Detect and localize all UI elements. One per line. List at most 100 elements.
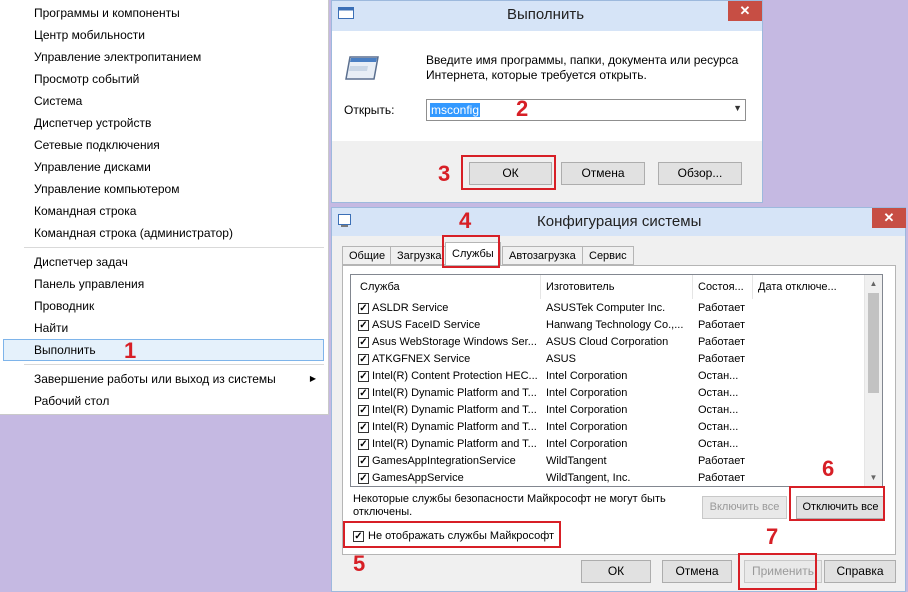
msconfig-ok-button[interactable]: ОК bbox=[581, 560, 651, 583]
msconfig-cancel-button[interactable]: Отмена bbox=[662, 560, 732, 583]
menu-item-shutdown[interactable]: Завершение работы или выход из системы ▶ bbox=[3, 368, 324, 390]
menu-item-power[interactable]: Управление электропитанием bbox=[3, 46, 324, 68]
column-header-service[interactable]: Служба bbox=[351, 275, 541, 299]
run-titlebar[interactable]: Выполнить ✕ bbox=[332, 1, 762, 29]
checkbox-checked-icon[interactable]: ✓ bbox=[358, 388, 369, 399]
step-1-label: 1 bbox=[124, 338, 137, 363]
scroll-thumb[interactable] bbox=[868, 293, 879, 393]
chevron-down-icon[interactable]: ▼ bbox=[733, 103, 742, 113]
service-name: Intel(R) Dynamic Platform and T... bbox=[372, 438, 537, 450]
services-panel: Служба Изготовитель Состоя... Дата отклю… bbox=[342, 265, 896, 555]
msconfig-titlebar[interactable]: Конфигурация системы ✕ bbox=[332, 208, 906, 236]
table-row[interactable]: ✓ Intel(R) Dynamic Platform and T... Intel… bbox=[351, 419, 866, 436]
table-row[interactable]: ✓ ATKGFNEX Service ASUS Работает bbox=[351, 351, 866, 368]
security-note-2: отключены. bbox=[353, 506, 413, 518]
tab-startup[interactable]: Автозагрузка bbox=[502, 246, 583, 265]
close-icon[interactable]: ✕ bbox=[872, 208, 906, 228]
checkbox-checked-icon[interactable]: ✓ bbox=[358, 456, 369, 467]
service-name: Intel(R) Dynamic Platform and T... bbox=[372, 421, 537, 433]
scroll-up-icon[interactable]: ▲ bbox=[865, 275, 882, 292]
table-row[interactable]: ✓ ASLDR Service ASUSTek Computer Inc. Работ… bbox=[351, 300, 866, 317]
table-row[interactable]: ✓ Intel(R) Dynamic Platform and T... Intel… bbox=[351, 436, 866, 453]
service-name: GamesAppService bbox=[372, 472, 464, 484]
menu-item-explorer[interactable]: Проводник bbox=[3, 295, 324, 317]
service-name: Intel(R) Dynamic Platform and T... bbox=[372, 404, 537, 416]
step-2-label: 2 bbox=[516, 96, 529, 121]
service-state: Работает bbox=[698, 472, 746, 484]
enable-all-button[interactable]: Включить все bbox=[702, 496, 787, 519]
msconfig-window: Конфигурация системы ✕ Общие Загрузка Сл… bbox=[331, 207, 906, 592]
services-list[interactable]: Служба Изготовитель Состоя... Дата отклю… bbox=[350, 274, 883, 487]
step-6-label: 6 bbox=[822, 456, 835, 481]
security-note-1: Некоторые службы безопасности Майкрософт… bbox=[353, 493, 666, 505]
service-maker: ASUS bbox=[546, 353, 576, 365]
menu-item-cmd[interactable]: Командная строка bbox=[3, 200, 324, 222]
menu-item-computer-mgmt[interactable]: Управление компьютером bbox=[3, 178, 324, 200]
menu-item-system[interactable]: Система bbox=[3, 90, 324, 112]
run-program-icon bbox=[345, 56, 379, 80]
tab-tools[interactable]: Сервис bbox=[582, 246, 634, 265]
tab-services[interactable]: Службы bbox=[445, 242, 501, 266]
run-ok-button[interactable]: ОК bbox=[469, 162, 552, 185]
table-row[interactable]: ✓ Asus WebStorage Windows Ser... ASUS Clou… bbox=[351, 334, 866, 351]
menu-item-device-manager[interactable]: Диспетчер устройств bbox=[3, 112, 324, 134]
run-cancel-button[interactable]: Отмена bbox=[561, 162, 645, 185]
checkbox-checked-icon[interactable]: ✓ bbox=[358, 354, 369, 365]
menu-item-desktop[interactable]: Рабочий стол bbox=[3, 390, 324, 412]
service-maker: Intel Corporation bbox=[546, 370, 628, 382]
checkbox-checked-icon[interactable]: ✓ bbox=[358, 337, 369, 348]
checkbox-checked-icon[interactable]: ✓ bbox=[358, 473, 369, 484]
table-row[interactable]: ✓ ASUS FaceID Service Hanwang Technology C… bbox=[351, 317, 866, 334]
table-row[interactable]: ✓ GamesAppIntegrationService WildTangent Ра… bbox=[351, 453, 866, 470]
menu-item-disk[interactable]: Управление дисками bbox=[3, 156, 324, 178]
checkbox-checked-icon[interactable]: ✓ bbox=[358, 320, 369, 331]
checkbox-checked-icon[interactable]: ✓ bbox=[358, 422, 369, 433]
menu-item-control-panel[interactable]: Панель управления bbox=[3, 273, 324, 295]
close-icon[interactable]: ✕ bbox=[728, 1, 762, 21]
menu-item-run[interactable]: Выполнить bbox=[3, 339, 324, 361]
run-title: Выполнить bbox=[507, 6, 585, 23]
checkbox-checked-icon[interactable]: ✓ bbox=[358, 405, 369, 416]
menu-item-programs[interactable]: Программы и компоненты bbox=[3, 2, 324, 24]
service-name: ASUS FaceID Service bbox=[372, 319, 481, 331]
step-7-label: 7 bbox=[766, 524, 779, 549]
column-header-maker[interactable]: Изготовитель bbox=[541, 275, 693, 299]
menu-item-events[interactable]: Просмотр событий bbox=[3, 68, 324, 90]
scroll-down-icon[interactable]: ▼ bbox=[865, 469, 882, 486]
service-maker: Intel Corporation bbox=[546, 387, 628, 399]
help-button[interactable]: Справка bbox=[824, 560, 896, 583]
menu-item-search[interactable]: Найти bbox=[3, 317, 324, 339]
service-maker: WildTangent bbox=[546, 455, 607, 467]
service-maker: Intel Corporation bbox=[546, 404, 628, 416]
menu-item-task-manager[interactable]: Диспетчер задач bbox=[3, 251, 324, 273]
menu-item-mobility[interactable]: Центр мобильности bbox=[3, 24, 324, 46]
service-maker: Intel Corporation bbox=[546, 438, 628, 450]
run-input-value: msconfig bbox=[430, 103, 481, 117]
service-maker: WildTangent, Inc. bbox=[546, 472, 631, 484]
menu-item-network[interactable]: Сетевые подключения bbox=[3, 134, 324, 156]
table-row[interactable]: ✓ Intel(R) Dynamic Platform and T... Intel… bbox=[351, 385, 866, 402]
table-row[interactable]: ✓ Intel(R) Dynamic Platform and T... Intel… bbox=[351, 402, 866, 419]
step-5-label: 5 bbox=[353, 551, 366, 576]
table-row[interactable]: ✓ GamesAppService WildTangent, Inc. Работае… bbox=[351, 470, 866, 486]
apply-button[interactable]: Применить bbox=[744, 560, 822, 583]
service-name: ATKGFNEX Service bbox=[372, 353, 471, 365]
checkbox-checked-icon[interactable]: ✓ bbox=[358, 439, 369, 450]
disable-all-button[interactable]: Отключить все bbox=[796, 496, 885, 519]
checkbox-checked-icon[interactable]: ✓ bbox=[353, 531, 364, 542]
services-scrollbar[interactable]: ▲ ▼ bbox=[864, 275, 882, 486]
tab-general[interactable]: Общие bbox=[342, 246, 393, 265]
tab-boot[interactable]: Загрузка bbox=[390, 246, 449, 265]
step-3-label: 3 bbox=[438, 161, 451, 186]
table-row[interactable]: ✓ Intel(R) Content Protection HEC... Intel… bbox=[351, 368, 866, 385]
service-state: Остан... bbox=[698, 421, 739, 433]
run-dialog: Выполнить ✕ Введите имя программы, папки… bbox=[331, 0, 763, 203]
checkbox-checked-icon[interactable]: ✓ bbox=[358, 303, 369, 314]
run-description-1: Введите имя программы, папки, документа … bbox=[426, 53, 739, 67]
run-input[interactable]: msconfig ▼ bbox=[426, 99, 746, 121]
run-browse-button[interactable]: Обзор... bbox=[658, 162, 742, 185]
menu-item-cmd-admin[interactable]: Командная строка (администратор) bbox=[3, 222, 324, 244]
checkbox-checked-icon[interactable]: ✓ bbox=[358, 371, 369, 382]
column-header-state[interactable]: Состоя... bbox=[693, 275, 753, 299]
column-header-date[interactable]: Дата отключе... bbox=[753, 275, 866, 299]
